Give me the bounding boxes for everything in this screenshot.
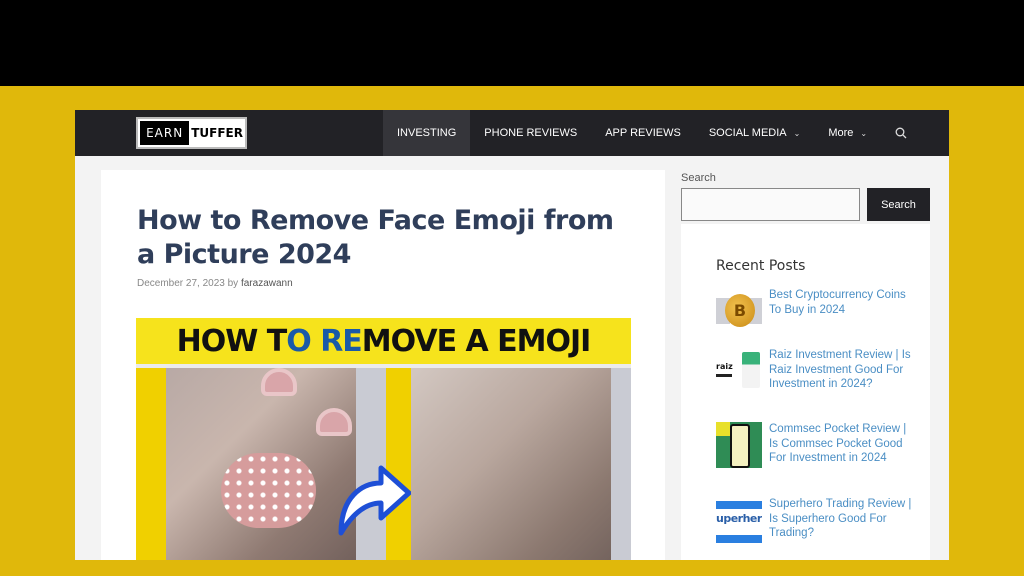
curved-arrow-icon [338, 465, 411, 536]
post-title[interactable]: Raiz Investment Review | Is Raiz Investm… [769, 348, 916, 394]
banner-text: HOW T [176, 323, 288, 359]
logo-part-earn: EARN [140, 121, 190, 145]
nav-label: PHONE REVIEWS [484, 127, 578, 139]
nav-label: APP REVIEWS [605, 127, 681, 139]
post-thumbnail-bitcoin[interactable]: B [716, 288, 762, 334]
emoji-mask [221, 453, 316, 528]
decorative-bar [716, 535, 762, 543]
nav-label: SOCIAL MEDIA [708, 127, 787, 139]
superhero-logo: uperher [716, 512, 762, 525]
nav-social-media[interactable]: SOCIAL MEDIA ⌄ [695, 110, 815, 156]
recent-post[interactable]: uperher Superhero Trading Review | Is Su… [716, 497, 916, 543]
image-border [136, 368, 166, 560]
recent-post[interactable]: raiz Raiz Investment Review | Is Raiz In… [716, 348, 916, 394]
post-thumbnail-superhero[interactable]: uperher [716, 497, 762, 543]
website-screenshot: EARN TUFFER INVESTING PHONE REVIEWS APP … [75, 110, 949, 560]
site-logo[interactable]: EARN TUFFER [136, 117, 247, 149]
before-photo [166, 368, 356, 560]
main-nav: INVESTING PHONE REVIEWS APP REVIEWS SOCI… [383, 110, 921, 156]
site-header: EARN TUFFER INVESTING PHONE REVIEWS APP … [75, 110, 949, 156]
nav-more[interactable]: More ⌄ [814, 110, 881, 156]
article-by: by [227, 278, 239, 289]
banner-text: MOVE A EMOJI [361, 323, 592, 359]
article-card: How to Remove Face Emoji from a Picture … [101, 170, 665, 560]
sidebar: Search Search Recent Posts B Best Crypto… [681, 170, 931, 560]
nav-search-button[interactable] [881, 110, 921, 156]
article-author[interactable]: farazawann [241, 278, 293, 289]
recent-post[interactable]: B Best Cryptocurrency Coins To Buy in 20… [716, 288, 916, 334]
article-date[interactable]: December 27, 2023 [137, 278, 225, 289]
nav-investing[interactable]: INVESTING [383, 110, 471, 156]
raiz-logo: raiz [716, 362, 733, 371]
search-label: Search [681, 172, 716, 184]
emoji-ear [316, 408, 352, 436]
nav-phone-reviews[interactable]: PHONE REVIEWS [470, 110, 591, 156]
emoji-ear [261, 368, 297, 396]
nav-label: More [828, 127, 854, 139]
post-thumbnail-commsec[interactable] [716, 422, 762, 468]
logo-part-tuffer: TUFFER [191, 126, 243, 140]
featured-banner: HOW TO RE MOVE A EMOJI [136, 318, 631, 364]
decorative-bar [716, 501, 762, 509]
recent-posts-title: Recent Posts [716, 258, 806, 274]
recent-posts-widget: Recent Posts B Best Cryptocurrency Coins… [681, 224, 930, 560]
recent-post[interactable]: Commsec Pocket Review | Is Commsec Pocke… [716, 422, 916, 468]
search-input[interactable] [681, 188, 860, 221]
phone-icon [742, 352, 760, 388]
chevron-down-icon: ⌄ [860, 128, 868, 138]
post-thumbnail-raiz[interactable]: raiz [716, 348, 762, 394]
search-icon [895, 127, 907, 139]
nav-app-reviews[interactable]: APP REVIEWS [591, 110, 695, 156]
top-black-bar [0, 0, 1024, 86]
banner-text-highlight: O RE [286, 323, 363, 359]
featured-image: HOW TO RE MOVE A EMOJI [136, 318, 631, 560]
article-meta: December 27, 2023 by farazawann [137, 278, 293, 289]
nav-label: INVESTING [397, 127, 457, 139]
decorative-bar [716, 374, 732, 377]
after-photo [411, 368, 611, 560]
search-button[interactable]: Search [867, 188, 930, 221]
image-divider [611, 368, 631, 560]
chevron-down-icon: ⌄ [793, 128, 801, 138]
post-title[interactable]: Best Cryptocurrency Coins To Buy in 2024 [769, 288, 916, 334]
post-title[interactable]: Commsec Pocket Review | Is Commsec Pocke… [769, 422, 916, 468]
article-title: How to Remove Face Emoji from a Picture … [137, 205, 614, 270]
decorative-block [716, 422, 730, 436]
post-title[interactable]: Superhero Trading Review | Is Superhero … [769, 497, 916, 543]
phone-icon [730, 424, 750, 468]
bitcoin-icon: B [725, 294, 755, 327]
